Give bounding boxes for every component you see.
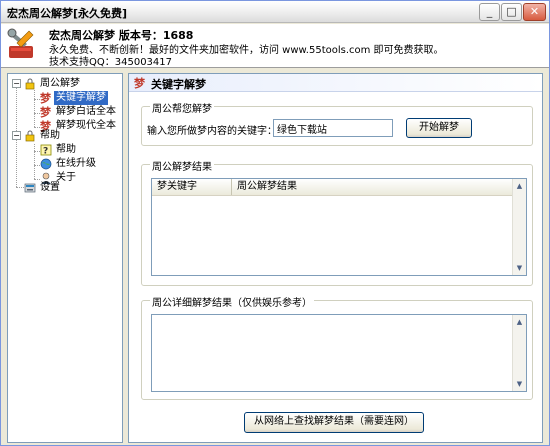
help-group-legend: 周公帮您解梦 (150, 100, 214, 115)
globe-update-icon (40, 158, 52, 170)
result-scrollbar[interactable]: ▲ ▼ (512, 179, 526, 275)
scroll-up-icon[interactable]: ▲ (513, 315, 526, 329)
tree-item-label: 帮助 (40, 130, 60, 141)
column-header-result[interactable]: 周公解梦结果 (232, 179, 514, 195)
svg-text:梦: 梦 (134, 77, 146, 89)
tree-item-label: 关键字解梦 (54, 91, 108, 105)
svg-text:梦: 梦 (40, 106, 52, 118)
result-list-header: 梦关键字 周公解梦结果 (152, 179, 514, 196)
minimize-button[interactable]: _ (479, 3, 500, 21)
expand-toggle-dream[interactable]: − (12, 79, 21, 88)
tree-item-label: 设置 (40, 182, 60, 193)
tree-connector (34, 90, 35, 127)
scroll-down-icon[interactable]: ▼ (513, 377, 526, 391)
svg-text:?: ? (43, 147, 48, 157)
title-bar: 宏杰周公解梦[永久免费] _ □ ✕ (1, 1, 549, 23)
scroll-up-icon[interactable]: ▲ (513, 179, 526, 193)
tree-item-label: 在线升级 (56, 158, 96, 169)
content-panel: 梦 关键字解梦 周公帮您解梦 输入您所做梦内容的关键字： 开始解梦 周公解梦结果… (128, 73, 543, 443)
keyword-input[interactable] (273, 119, 393, 137)
app-window: 宏杰周公解梦[永久免费] _ □ ✕ 宏杰周公解梦 版本号：1688 永久免费、… (0, 0, 550, 446)
expand-toggle-help[interactable]: − (12, 131, 21, 140)
start-dream-button[interactable]: 开始解梦 (406, 118, 472, 138)
red-dream-icon: 梦 (40, 92, 52, 104)
tools-logo-icon (7, 28, 34, 58)
app-header: 宏杰周公解梦 版本号：1688 永久免费、不断创新！最好的文件夹加密软件，访问 … (1, 24, 549, 68)
tree-connector (16, 187, 24, 188)
window-title: 宏杰周公解梦[永久免费] (7, 7, 128, 20)
tree-connector (34, 144, 35, 179)
navigation-tree: − 周公解梦 梦 关键字解梦 梦 解梦白话全本 梦 解梦现代全本 − 帮助 ? … (7, 73, 123, 443)
detail-scrollbar[interactable]: ▲ ▼ (512, 315, 526, 391)
tree-item-label: 解梦白话全本 (56, 106, 116, 117)
maximize-button[interactable]: □ (501, 3, 522, 21)
support-qq-text: 技术支持QQ：345003417 (49, 57, 173, 68)
scroll-down-icon[interactable]: ▼ (513, 261, 526, 275)
detail-group-legend: 周公详细解梦结果（仅供娱乐参考） (150, 294, 314, 309)
red-dream-icon: 梦 (40, 106, 52, 118)
folder-lock-icon (25, 130, 35, 142)
tree-item-label: 解梦现代全本 (56, 120, 116, 131)
close-button[interactable]: ✕ (523, 3, 546, 21)
online-search-button[interactable]: 从网络上查找解梦结果（需要连网） (244, 412, 424, 433)
result-list[interactable]: 梦关键字 周公解梦结果 ▲ ▼ (151, 178, 527, 276)
detail-textarea[interactable]: ▲ ▼ (151, 314, 527, 392)
svg-text:梦: 梦 (40, 92, 52, 104)
keyword-label: 输入您所做梦内容的关键字： (147, 126, 277, 137)
column-header-keyword[interactable]: 梦关键字 (152, 179, 232, 195)
help-question-icon: ? (40, 144, 52, 156)
settings-icon (24, 183, 36, 193)
result-group-legend: 周公解梦结果 (150, 158, 214, 173)
red-dream-icon: 梦 (134, 77, 146, 89)
panel-title: 关键字解梦 (151, 78, 206, 91)
tree-item-label: 帮助 (56, 144, 76, 155)
panel-title-bar: 梦 关键字解梦 (129, 74, 542, 92)
tree-item-label: 周公解梦 (40, 78, 80, 89)
folder-lock-icon (25, 78, 35, 90)
